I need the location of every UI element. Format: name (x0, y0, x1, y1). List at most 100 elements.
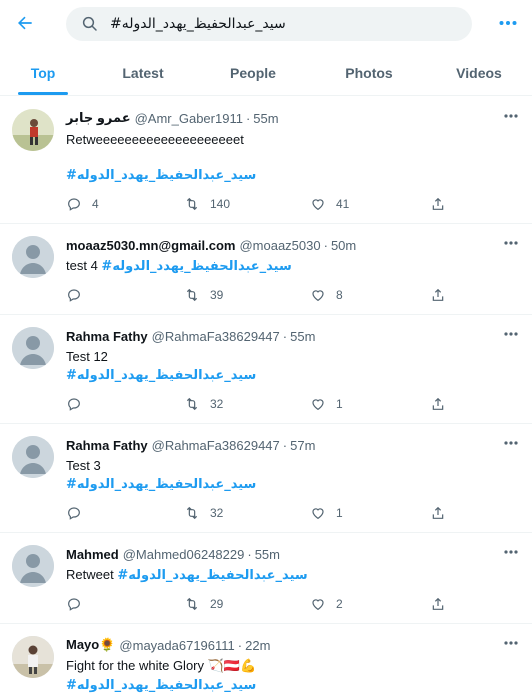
display-name[interactable]: Rahma Fathy (66, 438, 148, 453)
retweet-count: 140 (210, 197, 231, 211)
reply-button[interactable] (66, 595, 92, 613)
timestamp[interactable]: 55m (290, 329, 315, 344)
more-dots-icon (504, 641, 518, 645)
tweet-text: Retweeeeeeeeeeeeeeeeeeeet (66, 132, 244, 147)
timestamp[interactable]: 55m (255, 547, 280, 562)
tweet-text: Test 12 (66, 349, 108, 364)
tweet[interactable]: moaaz5030.mn@gmail.com @moaaz5030 · 50m … (0, 224, 532, 315)
like-button[interactable]: 1 (310, 504, 343, 522)
tab-videos[interactable]: Videos (436, 50, 522, 96)
tweet-header: Mayo🌻 @mayada67196111 · 22m (66, 636, 270, 654)
hashtag-link[interactable]: #سيد_عبدالحفيظ_يهدد_الدوله (66, 477, 256, 492)
avatar[interactable] (12, 327, 54, 369)
tweet-more-button[interactable] (502, 327, 520, 341)
share-button[interactable] (430, 504, 456, 522)
retweet-button[interactable]: 32 (184, 504, 223, 522)
tweet[interactable]: عمرو جابر @Amr_Gaber1911 · 55m Retweeeee… (0, 97, 532, 224)
user-handle[interactable]: @Amr_Gaber1911 (135, 111, 243, 126)
tweet[interactable]: Rahma Fathy @RahmaFa38629447 · 57m Test … (0, 424, 532, 533)
user-handle[interactable]: @moaaz5030 (239, 238, 320, 253)
reply-button[interactable]: 4 (66, 195, 99, 213)
user-handle[interactable]: @Mahmed06248229 (123, 547, 245, 562)
retweet-icon (186, 288, 198, 302)
hashtag-link[interactable]: #سيد_عبدالحفيظ_يهدد_الدوله (66, 368, 256, 383)
display-name[interactable]: Mayo🌻 (66, 637, 115, 653)
tweet-actions: 4 140 41 (66, 195, 452, 213)
separator: · (247, 546, 252, 562)
heart-icon (312, 290, 324, 302)
share-button[interactable] (430, 195, 456, 213)
user-handle[interactable]: @RahmaFa38629447 (152, 438, 280, 453)
hashtag-link[interactable]: #سيد_عبدالحفيظ_يهدد_الدوله (117, 568, 307, 583)
heart-icon (312, 508, 324, 520)
back-button[interactable] (8, 6, 42, 40)
like-button[interactable]: 2 (310, 595, 343, 613)
user-handle[interactable]: @mayada67196111 (119, 638, 234, 653)
reply-button[interactable] (66, 504, 92, 522)
reply-button[interactable] (66, 395, 92, 413)
like-button[interactable]: 41 (310, 195, 349, 213)
like-count: 41 (336, 197, 350, 211)
avatar[interactable] (12, 109, 54, 151)
timestamp[interactable]: 57m (290, 438, 315, 453)
retweet-button[interactable]: 32 (184, 395, 223, 413)
tweet-more-button[interactable] (502, 109, 520, 123)
retweet-button[interactable]: 29 (184, 595, 223, 613)
share-button[interactable] (430, 286, 456, 304)
separator: · (282, 328, 288, 344)
avatar[interactable] (12, 436, 54, 478)
reply-icon (68, 289, 80, 302)
reply-button[interactable] (66, 286, 92, 304)
tweet[interactable]: Mahmed @Mahmed06248229 · 55m Retweet #سي… (0, 533, 532, 624)
retweet-icon (186, 597, 198, 611)
search-input[interactable] (110, 7, 440, 41)
display-name[interactable]: Rahma Fathy (66, 329, 148, 344)
avatar[interactable] (12, 236, 54, 278)
like-button[interactable]: 8 (310, 286, 343, 304)
tab-top[interactable]: Top (0, 50, 86, 96)
tab-photos[interactable]: Photos (326, 50, 412, 96)
tweet-header: عمرو جابر @Amr_Gaber1911 · 55m (66, 109, 279, 127)
tweet-header: Rahma Fathy @RahmaFa38629447 · 57m (66, 436, 315, 454)
hashtag-link[interactable]: #سيد_عبدالحفيظ_يهدد_الدوله (101, 259, 291, 274)
default-profile-icon (12, 545, 54, 587)
tab-latest[interactable]: Latest (100, 50, 186, 96)
tweet[interactable]: Mayo🌻 @mayada67196111 · 22m Fight for th… (0, 624, 532, 698)
retweet-button[interactable]: 140 (184, 195, 230, 213)
heart-icon (312, 199, 324, 211)
timestamp[interactable]: 50m (331, 238, 356, 253)
search-box[interactable] (66, 7, 472, 41)
avatar[interactable] (12, 545, 54, 587)
hashtag-link[interactable]: #سيد_عبدالحفيظ_يهدد_الدوله (66, 168, 256, 183)
display-name[interactable]: Mahmed (66, 547, 119, 562)
active-tab-indicator (18, 92, 68, 95)
share-button[interactable] (430, 595, 456, 613)
tweet-more-button[interactable] (502, 636, 520, 650)
like-button[interactable]: 1 (310, 395, 343, 413)
tweet-more-button[interactable] (502, 436, 520, 450)
retweet-button[interactable]: 39 (184, 286, 223, 304)
tweet-more-button[interactable] (502, 545, 520, 559)
tweet[interactable]: Rahma Fathy @RahmaFa38629447 · 55m Test … (0, 315, 532, 424)
timestamp[interactable]: 22m (245, 638, 270, 653)
more-options-button[interactable] (493, 8, 523, 38)
more-dots-icon (504, 114, 518, 118)
hashtag-link[interactable]: #سيد_عبدالحفيظ_يهدد_الدوله (66, 678, 256, 693)
timestamp[interactable]: 55m (253, 111, 278, 126)
tweet-more-button[interactable] (502, 236, 520, 250)
reply-count: 4 (92, 197, 99, 211)
share-button[interactable] (430, 395, 456, 413)
tweet-actions: 29 2 (66, 595, 452, 613)
retweet-icon (186, 506, 198, 520)
display-name[interactable]: moaaz5030.mn@gmail.com (66, 238, 235, 253)
retweet-count: 32 (210, 397, 224, 411)
display-name[interactable]: عمرو جابر (66, 110, 131, 126)
user-handle[interactable]: @RahmaFa38629447 (152, 329, 280, 344)
share-icon (432, 597, 444, 610)
tab-people[interactable]: People (210, 50, 296, 96)
separator: · (323, 237, 328, 253)
like-count: 1 (336, 397, 343, 411)
avatar[interactable] (12, 636, 54, 678)
reply-icon (68, 598, 80, 611)
top-bar (0, 0, 532, 50)
